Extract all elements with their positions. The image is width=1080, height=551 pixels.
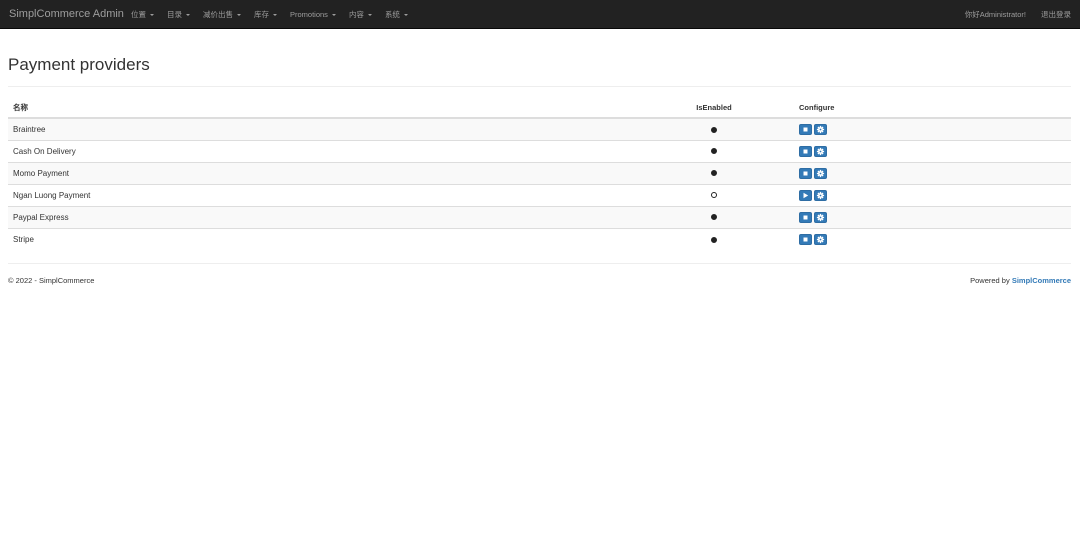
table-row: Momo Payment xyxy=(8,161,1071,184)
provider-name: Paypal Express xyxy=(8,205,634,228)
header-configure-label: Configure xyxy=(799,102,835,112)
powered-by-text: Powered by xyxy=(970,276,1012,285)
powered-by-link[interactable]: SimplCommerce xyxy=(1012,276,1071,285)
brand-link[interactable]: SimplCommerce Admin xyxy=(9,0,124,29)
enabled-cell xyxy=(634,117,794,140)
greeting-link[interactable]: 你好Administrator! xyxy=(965,9,1026,20)
menu-label: 库存 xyxy=(254,10,269,19)
menu-label: 目录 xyxy=(167,10,182,19)
provider-name: Momo Payment xyxy=(8,161,634,184)
main-menu: 位置 目录 减价出售 库存 Promotions 内容 系统 xyxy=(131,0,421,29)
menu-label: 内容 xyxy=(348,10,364,19)
configure-cell xyxy=(794,205,1071,228)
configure-provider-button[interactable] xyxy=(814,233,827,245)
enabled-dot-icon xyxy=(711,170,717,177)
enabled-dot-icon xyxy=(711,236,717,243)
enabled-cell xyxy=(634,205,794,228)
menu-content[interactable]: 内容 xyxy=(349,9,372,20)
configure-provider-button[interactable] xyxy=(814,189,827,201)
caret-down-icon xyxy=(273,13,277,16)
enabled-cell xyxy=(634,227,794,250)
configure-cell xyxy=(794,117,1071,140)
configure-provider-button[interactable] xyxy=(814,145,827,157)
caret-down-icon xyxy=(403,13,408,16)
provider-name: Ngan Luong Payment xyxy=(8,183,634,206)
disable-provider-button[interactable] xyxy=(799,167,812,179)
caret-down-icon xyxy=(367,13,372,16)
user-menu: 你好Administrator! 退出登录 xyxy=(965,0,1071,29)
configure-provider-button[interactable] xyxy=(814,167,827,179)
provider-name: Braintree xyxy=(8,117,634,140)
configure-cell xyxy=(794,227,1071,250)
menu-promotions[interactable]: Promotions xyxy=(290,10,336,19)
disable-provider-button[interactable] xyxy=(799,211,812,223)
table-row: Stripe xyxy=(8,227,1071,250)
footer-powered-by: Powered by SimplCommerce xyxy=(970,276,1071,285)
disabled-circle-icon xyxy=(711,192,717,199)
configure-provider-button[interactable] xyxy=(814,123,827,135)
menu-system[interactable]: 系统 xyxy=(385,9,408,20)
enabled-dot-icon xyxy=(711,214,717,221)
caret-down-icon xyxy=(237,13,241,16)
table-row: Cash On Delivery xyxy=(8,139,1071,162)
caret-down-icon xyxy=(186,13,190,16)
header-configure: Configure xyxy=(794,97,1071,119)
logout-link[interactable]: 退出登录 xyxy=(1041,9,1071,20)
page-title: Payment providers xyxy=(8,55,150,74)
header-name: 名称 xyxy=(8,97,634,119)
enabled-dot-icon xyxy=(711,126,717,133)
header-is-enabled: IsEnabled xyxy=(634,97,794,119)
table-row: Braintree xyxy=(8,117,1071,140)
table-body: Braintree Cash On Delivery Momo Payment Nga… xyxy=(8,117,1071,250)
top-navbar: SimplCommerce Admin 位置 目录 减价出售 库存 Promot… xyxy=(0,0,1080,29)
table-row: Paypal Express xyxy=(8,205,1071,228)
caret-down-icon xyxy=(150,13,154,16)
disable-provider-button[interactable] xyxy=(799,123,812,135)
menu-label: 减价出售 xyxy=(203,10,233,19)
title-divider xyxy=(8,86,1071,87)
table-row: Ngan Luong Payment xyxy=(8,183,1071,206)
enabled-cell xyxy=(634,183,794,206)
menu-catalog[interactable]: 目录 xyxy=(167,9,190,20)
table-header-row: 名称 IsEnabled Configure xyxy=(8,97,1071,119)
menu-sales[interactable]: 减价出售 xyxy=(203,9,241,20)
provider-name: Cash On Delivery xyxy=(8,139,634,162)
footer-divider xyxy=(8,263,1071,264)
footer-copyright: © 2022 - SimplCommerce xyxy=(8,276,95,285)
enabled-cell xyxy=(634,161,794,184)
provider-name: Stripe xyxy=(8,227,634,250)
caret-down-icon xyxy=(331,13,336,16)
menu-label: 位置 xyxy=(131,10,146,19)
payment-providers-table: 名称 IsEnabled Configure Braintree Cash On … xyxy=(8,97,1071,250)
configure-cell xyxy=(794,139,1071,162)
enable-provider-button[interactable] xyxy=(799,189,812,201)
enabled-dot-icon xyxy=(711,148,717,155)
disable-provider-button[interactable] xyxy=(799,145,812,157)
configure-cell xyxy=(794,183,1071,206)
configure-cell xyxy=(794,161,1071,184)
menu-label: 系统 xyxy=(384,10,400,19)
menu-inventory[interactable]: 库存 xyxy=(254,9,277,20)
disable-provider-button[interactable] xyxy=(799,233,812,245)
menu-location[interactable]: 位置 xyxy=(131,9,154,20)
menu-label: Promotions xyxy=(290,10,328,19)
enabled-cell xyxy=(634,139,794,162)
configure-provider-button[interactable] xyxy=(814,211,827,223)
